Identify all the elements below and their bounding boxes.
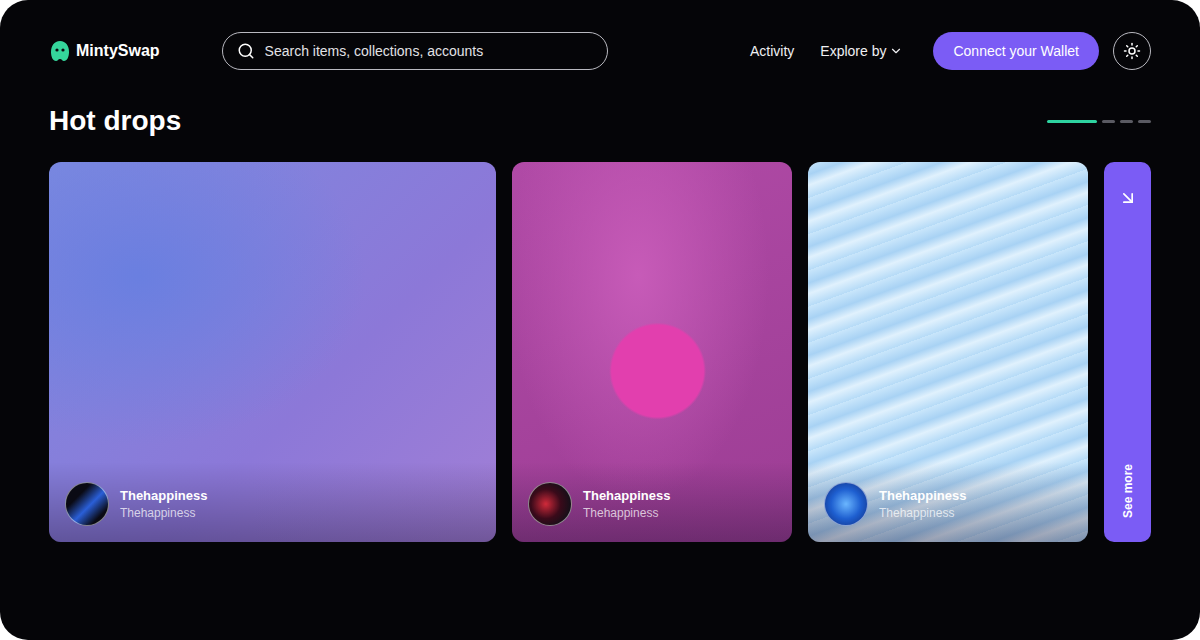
card-owner: Thehappiness Thehappiness xyxy=(512,462,792,542)
chevron-down-icon xyxy=(889,44,903,58)
section-title: Hot drops xyxy=(49,104,181,138)
main-nav: Activity Explore by xyxy=(750,43,904,59)
app-frame: MintySwap Activity Explore by Connect your … xyxy=(0,0,1200,640)
brand-logo[interactable]: MintySwap xyxy=(49,40,160,62)
owner-name: Thehappiness xyxy=(583,488,670,503)
connect-wallet-button[interactable]: Connect your Wallet xyxy=(933,32,1099,70)
search-icon xyxy=(237,42,255,60)
section-header: Hot drops xyxy=(49,104,1151,138)
owner-avatar xyxy=(65,482,109,526)
top-bar: MintySwap Activity Explore by Connect your … xyxy=(49,32,1151,70)
brand-name: MintySwap xyxy=(76,42,160,60)
pager-dash[interactable] xyxy=(1047,120,1097,123)
owner-handle: Thehappiness xyxy=(120,506,207,520)
theme-toggle-button[interactable] xyxy=(1113,32,1151,70)
owner-text: Thehappiness Thehappiness xyxy=(583,488,670,520)
owner-handle: Thehappiness xyxy=(879,506,966,520)
card-owner: Thehappiness Thehappiness xyxy=(49,462,496,542)
nav-link[interactable]: Explore by xyxy=(820,43,903,59)
see-more-label: See more xyxy=(1121,464,1135,518)
drop-card[interactable]: Thehappiness Thehappiness xyxy=(512,162,792,542)
drop-card[interactable]: Thehappiness Thehappiness xyxy=(808,162,1088,542)
search-box xyxy=(222,32,608,70)
pager-dash[interactable] xyxy=(1102,120,1115,123)
see-more-button[interactable]: See more xyxy=(1104,162,1151,542)
pager-dash[interactable] xyxy=(1138,120,1151,123)
search-input[interactable] xyxy=(263,42,593,60)
owner-name: Thehappiness xyxy=(120,488,207,503)
card-row: ThehappinessThehappinessThehappinessTheh… xyxy=(49,162,1151,542)
logo-icon xyxy=(49,40,71,62)
carousel-pager xyxy=(1047,120,1151,123)
owner-text: Thehappiness Thehappiness xyxy=(120,488,207,520)
arrow-down-right-icon xyxy=(1118,188,1138,208)
drop-card[interactable]: Thehappiness Thehappiness xyxy=(49,162,496,542)
pager-dash[interactable] xyxy=(1120,120,1133,123)
owner-text: Thehappiness Thehappiness xyxy=(879,488,966,520)
owner-handle: Thehappiness xyxy=(583,506,670,520)
owner-avatar xyxy=(824,482,868,526)
card-owner: Thehappiness Thehappiness xyxy=(808,462,1088,542)
nav-link[interactable]: Activity xyxy=(750,43,794,59)
owner-avatar xyxy=(528,482,572,526)
owner-name: Thehappiness xyxy=(879,488,966,503)
sun-icon xyxy=(1123,42,1141,60)
